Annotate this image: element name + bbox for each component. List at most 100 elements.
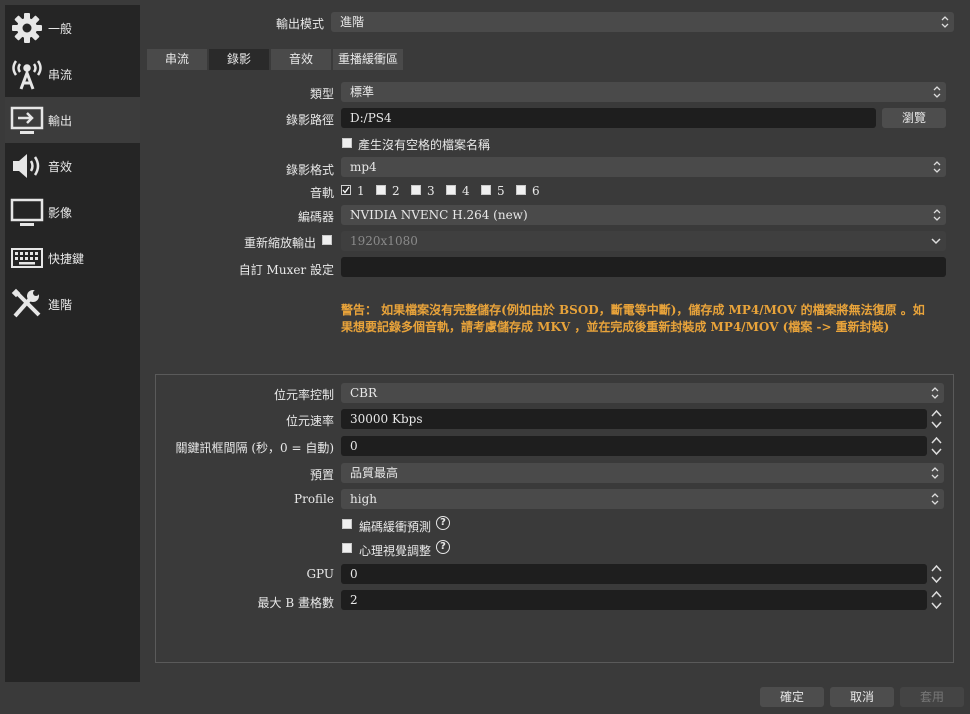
gpu-label: GPU [306, 567, 334, 581]
preset-label: 預置 [309, 468, 334, 482]
audio-track-3-label: 3 [427, 184, 435, 198]
audio-track-6-checkbox[interactable] [516, 185, 526, 195]
tab-recording[interactable]: 錄影 [209, 49, 269, 70]
no-space-filename-checkbox[interactable] [342, 138, 352, 148]
bitrate-label: 位元速率 [285, 414, 334, 428]
muxer-label: 自訂 Muxer 設定 [238, 263, 334, 277]
keyframe-label: 關鍵訊框間隔 (秒，0 = 自動) [175, 441, 335, 455]
recording-path-input[interactable]: D:/PS4 [341, 108, 876, 128]
bframes-spinner[interactable] [928, 589, 945, 611]
sidebar-item-label: 串流 [48, 67, 73, 82]
sidebar-item-label: 輸出 [48, 113, 73, 128]
chevron-updown-icon [933, 209, 941, 221]
gpu-input[interactable]: 0 [341, 564, 927, 584]
profile-label: Profile [294, 492, 334, 506]
chevron-updown-icon [933, 161, 941, 173]
rate-control-value: CBR [350, 386, 378, 400]
monitor-output-icon [9, 102, 45, 138]
bframes-input[interactable]: 2 [341, 590, 927, 610]
warning-line-1: 警告： 如果檔案沒有完整儲存(例如由於 BSOD，斷電等中斷)，儲存成 MP4/… [341, 303, 925, 317]
rescale-checkbox[interactable] [322, 235, 332, 245]
audio-track-label: 音軌 [309, 186, 334, 200]
sidebar-item-general[interactable]: 一般 [5, 5, 140, 51]
spin-up-icon [931, 436, 942, 444]
rescale-resolution-select[interactable]: 1920x1080 [341, 231, 946, 251]
spin-up-icon [931, 409, 942, 417]
help-icon[interactable]: ? [436, 516, 450, 530]
sidebar-item-label: 影像 [48, 205, 73, 220]
chevron-updown-icon [933, 86, 941, 98]
audio-track-1-checkbox[interactable] [341, 185, 351, 195]
output-mode-select[interactable]: 進階 [331, 12, 954, 32]
audio-track-5-label: 5 [497, 184, 505, 198]
sidebar-item-label: 進階 [48, 297, 73, 312]
bframes-label: 最大 B 畫格數 [257, 596, 334, 610]
sidebar-item-label: 一般 [48, 21, 73, 36]
lookahead-label: 編碼緩衝預測 [359, 520, 432, 534]
chevron-down-icon [931, 238, 941, 245]
rescale-label: 重新縮放輸出 [243, 236, 316, 250]
rate-control-select[interactable]: CBR [341, 383, 944, 403]
audio-track-6-label: 6 [532, 184, 540, 198]
bitrate-input[interactable]: 30000 Kbps [341, 409, 927, 429]
preset-select[interactable]: 品質最高 [341, 463, 944, 483]
keyframe-input[interactable]: 0 [341, 436, 927, 456]
sidebar-item-video[interactable]: 影像 [5, 189, 140, 235]
help-icon[interactable]: ? [436, 540, 450, 554]
format-select[interactable]: mp4 [341, 157, 946, 177]
audio-track-4-label: 4 [462, 184, 470, 198]
lookahead-checkbox[interactable] [342, 519, 352, 529]
tools-icon [9, 286, 45, 322]
encoder-label: 編碼器 [297, 210, 334, 224]
chevron-updown-icon [931, 493, 939, 505]
encoder-value: NVIDIA NVENC H.264 (new) [350, 208, 528, 222]
settings-sidebar: 一般 串流 輸出 音效 影像 快捷鍵 進階 [5, 5, 140, 682]
cancel-button[interactable]: 取消 [830, 687, 894, 707]
muxer-settings-input[interactable] [341, 257, 946, 277]
warning-text: 警告： 如果檔案沒有完整儲存(例如由於 BSOD，斷電等中斷)，儲存成 MP4/… [341, 302, 951, 336]
gpu-spinner[interactable] [928, 563, 945, 585]
audio-track-1-label: 1 [357, 184, 365, 198]
encoder-select[interactable]: NVIDIA NVENC H.264 (new) [341, 205, 946, 225]
apply-button[interactable]: 套用 [900, 687, 964, 707]
spin-up-icon [931, 590, 942, 598]
spin-down-icon [931, 448, 942, 456]
audio-track-2-label: 2 [392, 184, 400, 198]
spin-up-icon [931, 564, 942, 572]
bitrate-spinner[interactable] [928, 408, 945, 430]
sidebar-item-stream[interactable]: 串流 [5, 51, 140, 97]
type-select[interactable]: 標準 [341, 82, 946, 102]
sidebar-item-hotkeys[interactable]: 快捷鍵 [5, 235, 140, 281]
audio-track-5-checkbox[interactable] [481, 185, 491, 195]
psycho-visual-checkbox[interactable] [342, 543, 352, 553]
keyframe-spinner[interactable] [928, 435, 945, 457]
audio-track-2-checkbox[interactable] [376, 185, 386, 195]
sidebar-item-label: 快捷鍵 [48, 251, 85, 266]
sidebar-item-label: 音效 [48, 159, 73, 174]
type-label: 類型 [309, 87, 334, 101]
psycho-visual-label: 心理視覺調整 [359, 544, 432, 558]
audio-track-4-checkbox[interactable] [446, 185, 456, 195]
chevron-updown-icon [941, 16, 949, 28]
rescale-value: 1920x1080 [350, 234, 418, 248]
gear-icon [9, 10, 45, 46]
output-mode-value: 進階 [340, 15, 365, 29]
broadcast-antenna-icon [9, 56, 45, 92]
tab-audio[interactable]: 音效 [271, 49, 331, 70]
profile-value: high [350, 492, 377, 506]
spin-down-icon [931, 576, 942, 584]
sidebar-item-audio[interactable]: 音效 [5, 143, 140, 189]
sidebar-item-output[interactable]: 輸出 [5, 97, 140, 143]
browse-button[interactable]: 瀏覽 [882, 108, 946, 128]
spin-down-icon [931, 602, 942, 610]
type-value: 標準 [350, 85, 375, 99]
tab-replay-buffer[interactable]: 重播緩衝區 [333, 49, 403, 70]
format-label: 錄影格式 [285, 163, 334, 177]
ok-button[interactable]: 確定 [760, 687, 824, 707]
sidebar-item-advanced[interactable]: 進階 [5, 281, 140, 327]
profile-select[interactable]: high [341, 489, 944, 509]
speaker-icon [9, 148, 45, 184]
tab-stream[interactable]: 串流 [147, 49, 207, 70]
preset-value: 品質最高 [350, 466, 399, 480]
audio-track-3-checkbox[interactable] [411, 185, 421, 195]
